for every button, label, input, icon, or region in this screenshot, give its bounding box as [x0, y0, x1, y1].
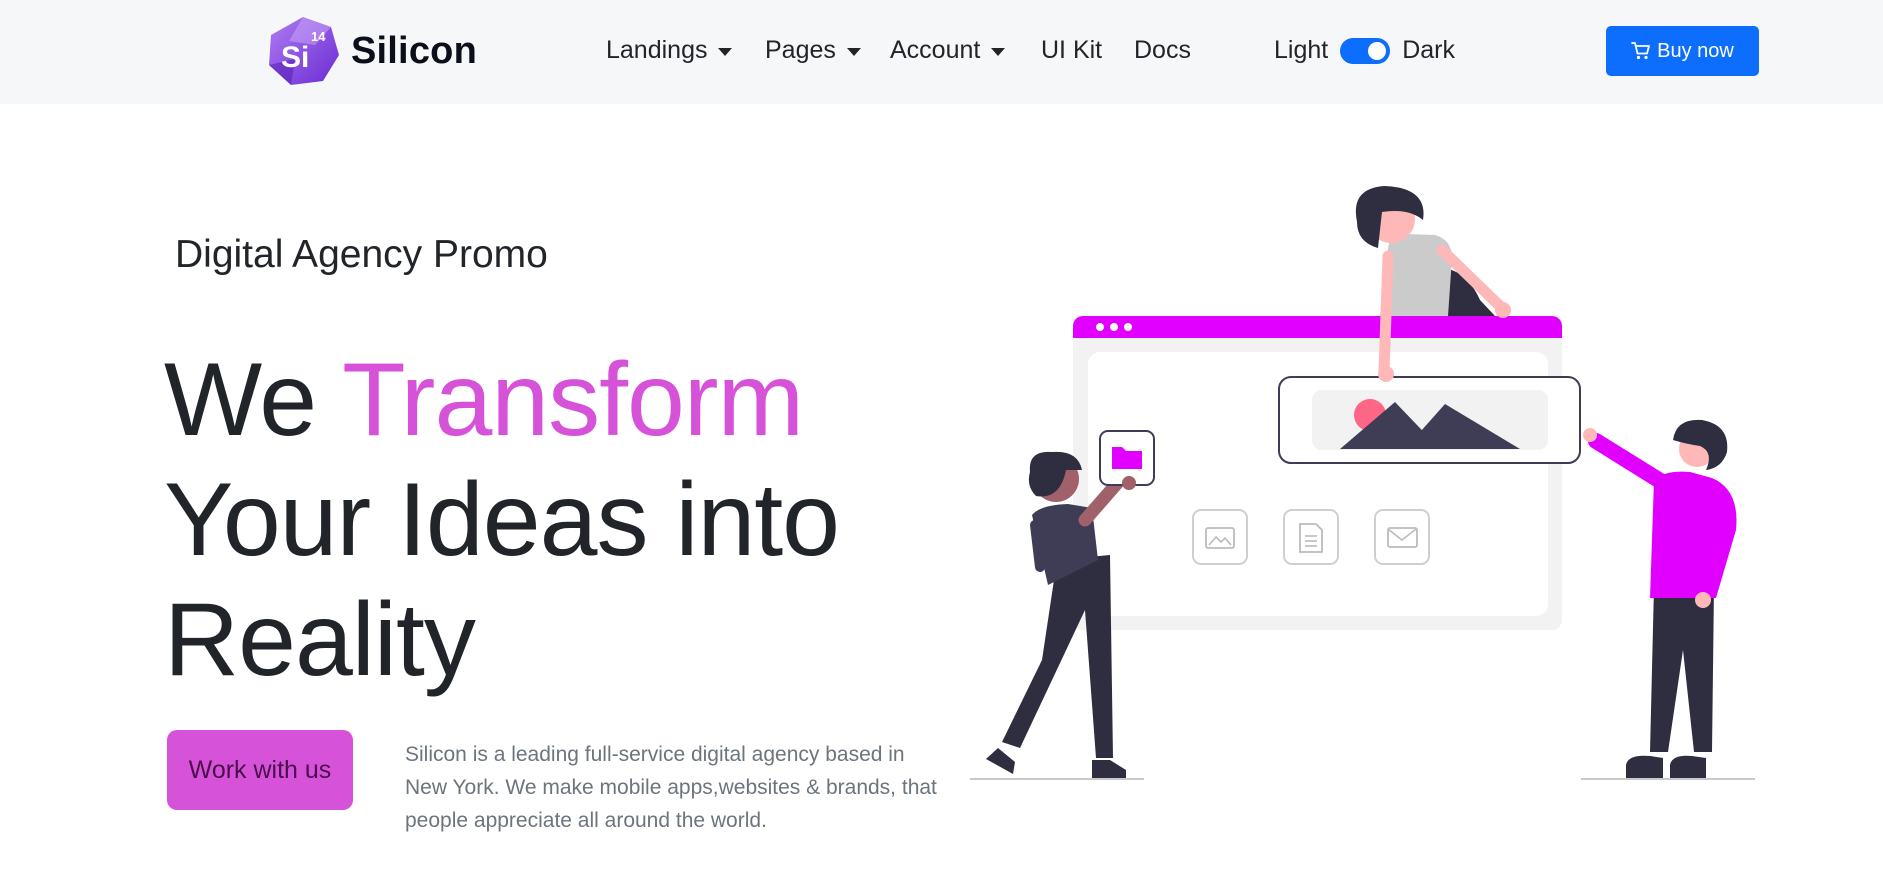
theme-toggle[interactable] [1340, 37, 1391, 64]
headline-word: We [164, 342, 317, 458]
document-icon [1283, 509, 1339, 565]
toggle-knob [1368, 41, 1387, 60]
image-card [1278, 376, 1581, 464]
nav-item-account[interactable]: Account [890, 36, 1006, 65]
nav-item-pages[interactable]: Pages [765, 36, 861, 65]
hero-eyebrow: Digital Agency Promo [175, 233, 548, 276]
nav-item-ui-kit[interactable]: UI Kit [1041, 36, 1102, 65]
cart-icon [1631, 42, 1651, 60]
nav-label: UI Kit [1041, 36, 1103, 64]
headline-line-3: Reality [164, 582, 476, 698]
person-left [986, 451, 1127, 778]
brand-link[interactable]: Si 14 Silicon [265, 15, 477, 87]
chevron-down-icon [991, 47, 1006, 56]
team-building-website-illustration [970, 186, 1755, 780]
chevron-down-icon [846, 47, 861, 56]
mail-icon [1374, 509, 1430, 565]
buy-now-button[interactable]: Buy now [1606, 26, 1759, 76]
nav-label: Docs [1134, 36, 1191, 64]
navbar: Si 14 Silicon Landings Pages Account UI … [0, 0, 1883, 104]
nav-label: Landings [606, 36, 708, 64]
nav-label: Pages [765, 36, 836, 64]
headline-accent: Transform [342, 342, 804, 458]
work-with-us-button[interactable]: Work with us [167, 730, 353, 810]
hero-description: Silicon is a leading full-service digita… [405, 743, 937, 832]
svg-text:Si: Si [281, 41, 309, 74]
theme-light-label: Light [1274, 36, 1329, 64]
theme-dark-label: Dark [1402, 36, 1456, 64]
nav-item-docs[interactable]: Docs [1134, 36, 1191, 65]
hero-headline: We Transform Your Ideas into Reality [164, 340, 924, 700]
buy-now-label: Buy now [1657, 39, 1734, 62]
nav-item-landings[interactable]: Landings [606, 36, 733, 65]
headline-line-2: Your Ideas into [164, 462, 840, 578]
silicon-logo-icon: Si 14 [269, 17, 339, 85]
nav-label: Account [890, 36, 981, 64]
person-right [1583, 419, 1737, 778]
folder-icon [1099, 430, 1155, 490]
svg-text:14: 14 [311, 29, 326, 44]
theme-switch: Light Dark [1274, 36, 1455, 65]
chevron-down-icon [718, 47, 733, 56]
brand-name: Silicon [351, 29, 477, 72]
image-icon [1192, 509, 1248, 565]
headline-line-1: We Transform [164, 340, 924, 460]
